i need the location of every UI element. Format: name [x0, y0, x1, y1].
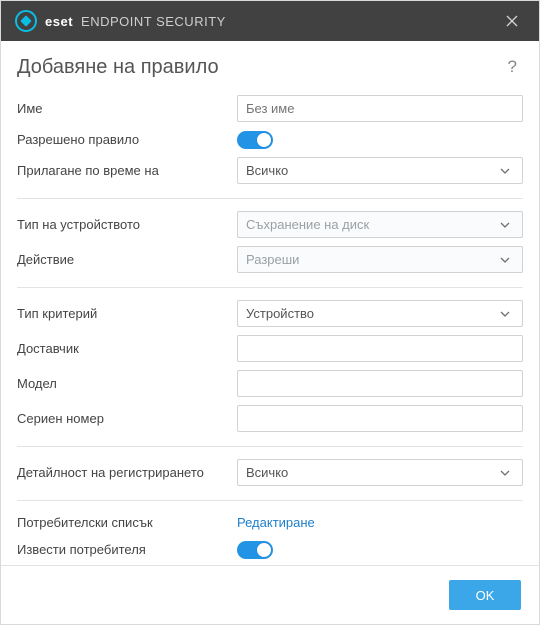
logging-severity-value: Всичко: [246, 465, 288, 480]
edit-user-list-link[interactable]: Редактиране: [237, 515, 315, 530]
device-type-select[interactable]: Съхранение на диск: [237, 211, 523, 238]
help-icon: ?: [508, 57, 517, 76]
label-logging-severity: Детайлност на регистрирането: [17, 459, 227, 486]
action-select[interactable]: Разреши: [237, 246, 523, 273]
titlebar: eset ENDPOINT SECURITY: [1, 1, 539, 41]
page-title: Добавяне на правило: [17, 56, 502, 79]
ok-button[interactable]: OK: [449, 580, 521, 610]
help-button[interactable]: ?: [502, 55, 523, 79]
notify-user-toggle[interactable]: [237, 541, 273, 559]
logging-severity-select[interactable]: Всичко: [237, 459, 523, 486]
chevron-down-icon: [500, 470, 516, 476]
criteria-type-value: Устройство: [246, 306, 314, 321]
footer: OK: [1, 565, 539, 624]
apply-during-select[interactable]: Всичко: [237, 157, 523, 184]
label-name: Име: [17, 95, 227, 122]
brand-logo-icon: [15, 10, 37, 32]
close-button[interactable]: [497, 6, 527, 36]
name-input[interactable]: [237, 95, 523, 122]
brand-text-2: ENDPOINT SECURITY: [81, 14, 226, 29]
vendor-input[interactable]: [237, 335, 523, 362]
label-criteria-type: Тип критерий: [17, 300, 227, 327]
label-device-type: Тип на устройството: [17, 211, 227, 238]
chevron-down-icon: [500, 222, 516, 228]
separator: [17, 287, 523, 288]
separator: [17, 198, 523, 199]
action-value: Разреши: [246, 252, 299, 267]
criteria-type-select[interactable]: Устройство: [237, 300, 523, 327]
label-rule-enabled: Разрешено правило: [17, 126, 227, 153]
brand-text-1: eset: [45, 14, 73, 29]
label-action: Действие: [17, 246, 227, 273]
device-type-value: Съхранение на диск: [246, 217, 369, 232]
rule-enabled-toggle[interactable]: [237, 131, 273, 149]
label-apply-during: Прилагане по време на: [17, 157, 227, 184]
serial-input[interactable]: [237, 405, 523, 432]
close-icon: [506, 15, 518, 27]
label-vendor: Доставчик: [17, 335, 227, 362]
apply-during-value: Всичко: [246, 163, 288, 178]
label-notify-user: Извести потребителя: [17, 536, 227, 563]
label-serial: Сериен номер: [17, 405, 227, 432]
chevron-down-icon: [500, 168, 516, 174]
model-input[interactable]: [237, 370, 523, 397]
separator: [17, 446, 523, 447]
brand: eset ENDPOINT SECURITY: [15, 10, 226, 32]
chevron-down-icon: [500, 257, 516, 263]
chevron-down-icon: [500, 311, 516, 317]
separator: [17, 500, 523, 501]
label-user-list: Потребителски списък: [17, 509, 227, 536]
label-model: Модел: [17, 370, 227, 397]
